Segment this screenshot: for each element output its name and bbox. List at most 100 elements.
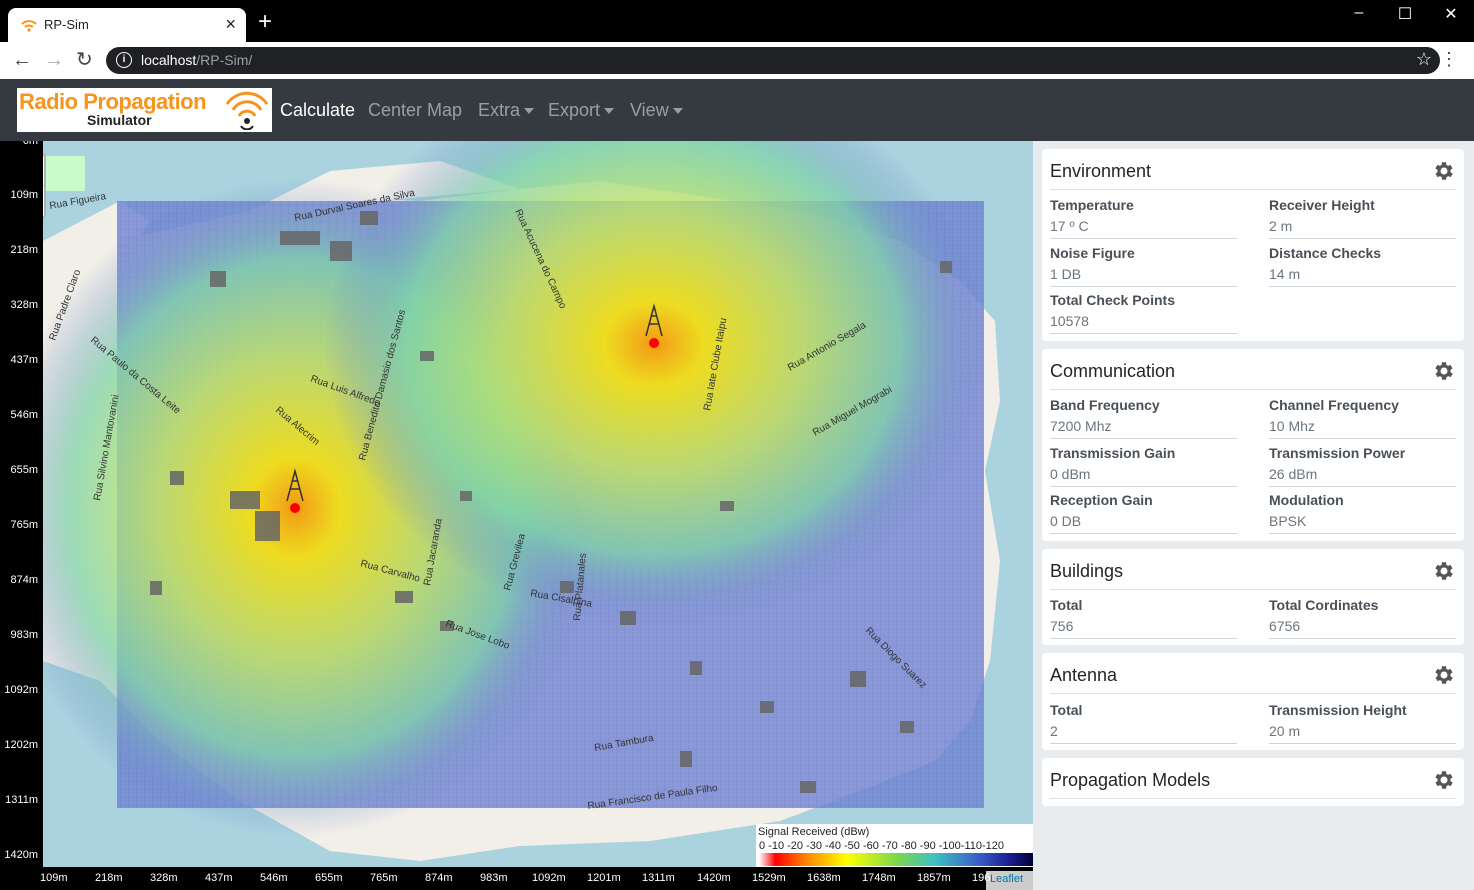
nav-center-map[interactable]: Center Map	[368, 100, 462, 121]
field-label: Channel Frequency	[1269, 397, 1399, 413]
legend-color-bar	[759, 853, 1033, 866]
y-tick: 983m	[10, 629, 38, 641]
x-tick: 655m	[315, 872, 343, 884]
url-path: /RP-Sim/	[196, 52, 253, 68]
field-label: Noise Figure	[1050, 245, 1135, 261]
field-noise-figure: Noise Figure 1 DB	[1050, 245, 1237, 287]
radio-signal-icon	[225, 91, 269, 130]
forward-icon[interactable]: →	[44, 49, 64, 71]
gear-icon[interactable]	[1431, 159, 1455, 183]
nav-extra[interactable]: Extra	[478, 100, 535, 121]
y-tick: 1420m	[4, 849, 38, 861]
y-tick: 765m	[10, 519, 38, 531]
gear-icon[interactable]	[1431, 768, 1455, 792]
card-title: Antenna	[1050, 665, 1118, 685]
x-tick: 1748m	[862, 872, 896, 884]
x-tick: 1529m	[752, 872, 786, 884]
nav-export[interactable]: Export	[548, 100, 615, 121]
field-value: 2 m	[1269, 218, 1456, 239]
field-value: 10578	[1050, 313, 1237, 334]
gear-icon[interactable]	[1431, 559, 1455, 583]
field-label: Reception Gain	[1050, 492, 1153, 508]
field-reception-gain: Reception Gain 0 DB	[1050, 492, 1237, 534]
x-tick: 1201m	[587, 872, 621, 884]
field-transmission-gain: Transmission Gain 0 dBm	[1050, 445, 1237, 487]
nav-extra-label: Extra	[478, 100, 521, 120]
x-tick: 874m	[425, 872, 453, 884]
field-channel-frequency: Channel Frequency 10 Mhz	[1269, 397, 1456, 439]
chevron-down-icon	[604, 108, 615, 115]
y-tick: 874m	[10, 574, 38, 586]
card-title: Communication	[1050, 361, 1176, 381]
close-window-icon[interactable]: ✕	[1428, 4, 1474, 24]
close-tab-icon[interactable]: ×	[225, 14, 236, 35]
new-tab-icon[interactable]: +	[258, 10, 272, 34]
field-label: Receiver Height	[1269, 197, 1375, 213]
field-antenna-total: Total 2	[1050, 702, 1237, 744]
field-total-check-points: Total Check Points 10578	[1050, 292, 1237, 334]
field-label: Total Cordinates	[1269, 597, 1379, 613]
x-tick: 1092m	[532, 872, 566, 884]
field-label: Transmission Height	[1269, 702, 1407, 718]
back-icon[interactable]: ←	[12, 49, 32, 71]
logo-subtitle: Simulator	[87, 112, 152, 128]
browser-menu-icon[interactable]: ⋮	[1440, 50, 1458, 68]
field-temperature: Temperature 17 º C	[1050, 197, 1237, 239]
x-tick: 546m	[260, 872, 288, 884]
field-band-frequency: Band Frequency 7200 Mhz	[1050, 397, 1237, 439]
y-tick: 1311m	[5, 794, 38, 806]
map-view[interactable]: Rua Figueira Rua Durval Soares da Silva …	[0, 141, 1033, 890]
chevron-down-icon	[524, 108, 535, 115]
x-tick: 437m	[205, 872, 233, 884]
field-label: Band Frequency	[1050, 397, 1160, 413]
y-tick: 546m	[10, 409, 38, 421]
legend-title: Signal Received (dBw)	[758, 826, 870, 838]
address-bar: ← → ↻ i localhost/RP-Sim/ ☆ ⋮	[0, 42, 1474, 79]
tab-title: RP-Sim	[44, 17, 89, 32]
card-title: Buildings	[1050, 561, 1124, 581]
field-label: Distance Checks	[1269, 245, 1382, 261]
divider	[1050, 589, 1456, 590]
divider	[1050, 189, 1456, 190]
gear-icon[interactable]	[1431, 663, 1455, 687]
field-value: 0 DB	[1050, 513, 1237, 534]
field-modulation: Modulation BPSK	[1269, 492, 1456, 534]
reload-icon[interactable]: ↻	[76, 49, 93, 71]
gear-icon[interactable]	[1431, 359, 1455, 383]
x-tick: 1857m	[917, 872, 951, 884]
leaflet-attribution-link[interactable]: Leaflet	[986, 871, 1033, 890]
wifi-icon	[21, 20, 37, 32]
communication-card: Communication Band Frequency 7200 Mhz Ch…	[1042, 349, 1464, 541]
nav-view[interactable]: View	[630, 100, 683, 121]
app-navbar: Radio Propagation Simulator Calculate Ce…	[0, 79, 1474, 141]
map-canvas[interactable]: Rua Figueira Rua Durval Soares da Silva …	[0, 141, 1033, 890]
x-tick: 109m	[40, 872, 68, 884]
x-tick: 1311m	[642, 872, 675, 884]
logo[interactable]: Radio Propagation Simulator	[17, 88, 272, 132]
y-tick: 1202m	[4, 739, 38, 751]
field-value: 14 m	[1269, 266, 1456, 287]
field-label: Transmission Power	[1269, 445, 1406, 461]
signal-legend: Signal Received (dBw) 0 -10 -20 -30 -40 …	[756, 824, 1033, 867]
sidebar: Environment Temperature 17 º C Receiver …	[1033, 141, 1474, 890]
nav-view-label: View	[630, 100, 669, 120]
field-label: Transmission Gain	[1050, 445, 1176, 461]
field-value: 756	[1050, 618, 1237, 639]
url-input[interactable]: i localhost/RP-Sim/ ☆	[106, 47, 1440, 74]
bookmark-star-icon[interactable]: ☆	[1416, 49, 1432, 70]
maximize-icon[interactable]: ☐	[1382, 4, 1428, 24]
nav-export-label: Export	[548, 100, 601, 120]
nav-calculate[interactable]: Calculate	[280, 100, 355, 121]
minimize-icon[interactable]: –	[1336, 4, 1382, 22]
field-value: 0 dBm	[1050, 466, 1237, 487]
buildings-card: Buildings Total 756 Total Cordinates 675…	[1042, 549, 1464, 645]
field-value: BPSK	[1269, 513, 1456, 534]
browser-tab[interactable]: RP-Sim ×	[8, 8, 246, 42]
info-icon[interactable]: i	[116, 52, 132, 68]
y-axis-ruler: 6m 109m 218m 328m 437m 546m 655m 765m 87…	[0, 141, 43, 890]
y-tick: 655m	[10, 464, 38, 476]
y-tick: 218m	[10, 244, 38, 256]
field-value: 6756	[1269, 618, 1456, 639]
field-value: 7200 Mhz	[1050, 418, 1237, 439]
x-tick: 765m	[370, 872, 398, 884]
